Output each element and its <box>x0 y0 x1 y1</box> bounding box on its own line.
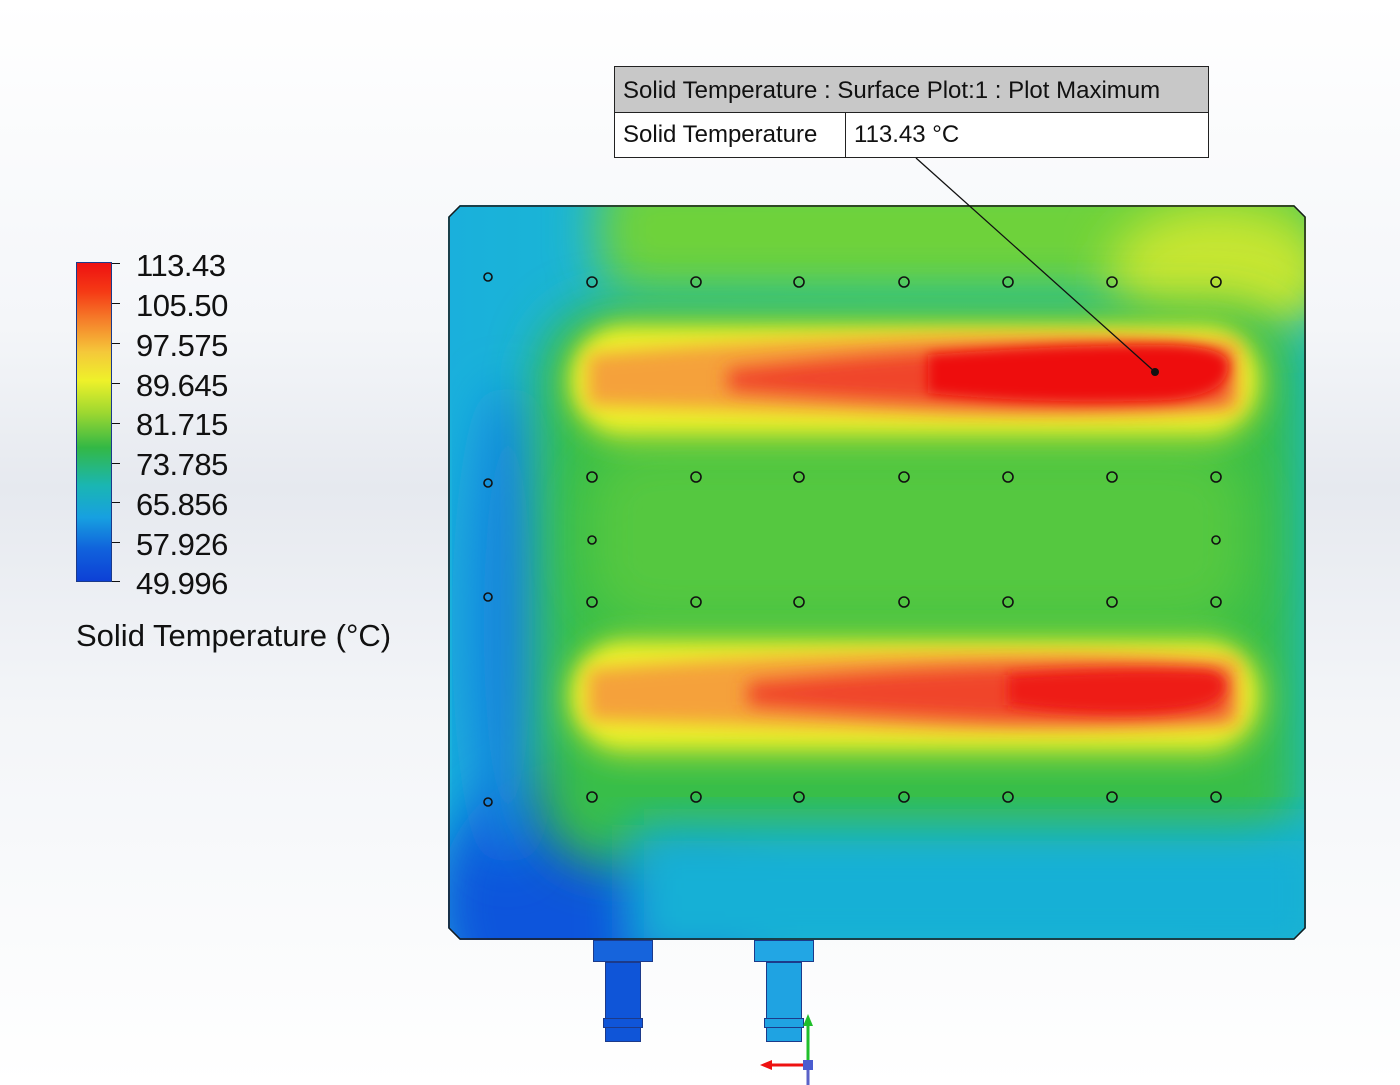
legend-tick <box>112 542 120 543</box>
coordinate-triad-icon <box>760 1014 813 1085</box>
inlet-ring <box>603 1018 643 1028</box>
legend-colorbar <box>76 262 112 582</box>
max-probe-callout[interactable]: Solid Temperature : Surface Plot:1 : Plo… <box>614 66 1209 158</box>
callout-label: Solid Temperature <box>615 113 846 157</box>
legend-tick <box>112 463 120 464</box>
legend-tick <box>112 423 120 424</box>
temperature-field <box>448 205 1306 940</box>
legend-tick <box>112 581 120 582</box>
callout-row: Solid Temperature 113.43 °C <box>615 113 1208 157</box>
legend-tick-label: 65.856 <box>136 487 228 522</box>
legend-tick <box>112 263 120 264</box>
legend-tick-label: 113.43 <box>136 248 226 283</box>
legend-tick-label: 105.50 <box>136 288 228 323</box>
legend-tick-label: 57.926 <box>136 527 228 562</box>
legend-tick <box>112 303 120 304</box>
inlet-fitting <box>593 940 653 962</box>
legend-tick <box>112 343 120 344</box>
outlet-fitting <box>754 940 814 962</box>
legend-tick <box>112 383 120 384</box>
legend-tick <box>112 502 120 503</box>
inlet-tube <box>605 962 641 1042</box>
temperature-surface-plot[interactable] <box>448 205 1306 940</box>
legend-tick-label: 73.785 <box>136 447 228 482</box>
legend-tick-label: 49.996 <box>136 566 228 601</box>
legend-tick-label: 81.715 <box>136 407 228 442</box>
legend-title: Solid Temperature (°C) <box>76 618 392 653</box>
legend-tick-label: 89.645 <box>136 368 228 403</box>
callout-value: 113.43 °C <box>854 121 960 148</box>
callout-header: Solid Temperature : Surface Plot:1 : Plo… <box>615 67 1208 113</box>
legend-tick-label: 97.575 <box>136 328 228 363</box>
